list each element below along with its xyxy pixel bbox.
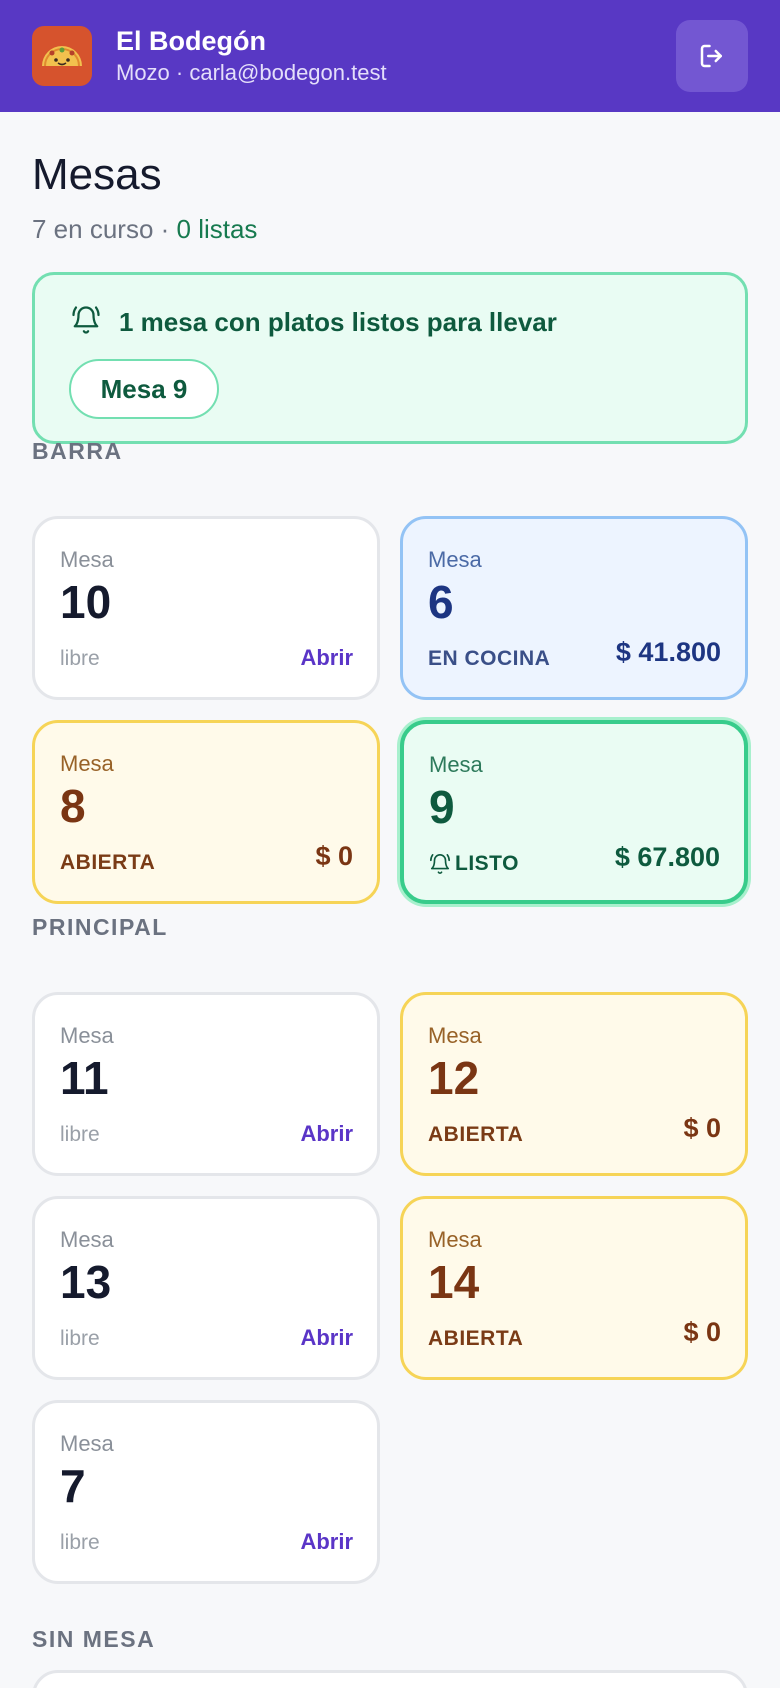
- table-status-text: LISTO: [455, 852, 519, 875]
- summary-ready: 0 listas: [176, 214, 258, 244]
- table-label: Mesa: [60, 751, 114, 776]
- table-status: libre: [60, 647, 100, 670]
- alert-text: 1 mesa con platos listos para llevar: [119, 307, 557, 337]
- table-number: 11: [60, 1052, 109, 1104]
- logout-icon: [700, 44, 722, 68]
- user-subtitle: Mozo · carla@bodegon.test: [116, 60, 387, 85]
- no-table-order-card[interactable]: [32, 1670, 748, 1688]
- open-table-button[interactable]: Abrir: [300, 645, 353, 671]
- app-title: El Bodegón: [116, 26, 266, 56]
- tables-summary: 7 en curso · 0 listas: [32, 214, 257, 245]
- table-card-12[interactable]: Mesa 12 ABIERTA $ 0: [400, 992, 748, 1176]
- table-amount: $ 0: [683, 1113, 721, 1143]
- table-label: Mesa: [428, 547, 482, 572]
- table-card-13[interactable]: Mesa 13 libre Abrir: [32, 1196, 380, 1380]
- table-amount: $ 67.800: [614, 842, 720, 872]
- table-card-9[interactable]: Mesa 9 LISTO $ 67.800: [400, 720, 748, 904]
- table-amount: $ 0: [683, 1317, 721, 1347]
- table-card-10[interactable]: Mesa 10 libre Abrir: [32, 516, 380, 700]
- table-status: EN COCINA: [428, 647, 551, 670]
- table-number: 6: [428, 576, 454, 628]
- section-label-barra: BARRA: [32, 438, 123, 464]
- bell-icon: [72, 306, 100, 334]
- table-label: Mesa: [429, 752, 483, 777]
- section-label-principal: PRINCIPAL: [32, 914, 168, 940]
- table-amount: $ 0: [315, 841, 353, 871]
- table-number: 10: [60, 576, 112, 628]
- open-table-button[interactable]: Abrir: [300, 1121, 353, 1147]
- open-table-button[interactable]: Abrir: [300, 1325, 353, 1351]
- bell-icon: [430, 854, 450, 874]
- table-status: libre: [60, 1327, 100, 1350]
- table-number: 14: [428, 1256, 480, 1308]
- table-label: Mesa: [428, 1023, 482, 1048]
- table-status: ABIERTA: [428, 1327, 524, 1350]
- app-header: El Bodegón Mozo · carla@bodegon.test: [0, 0, 780, 112]
- table-card-14[interactable]: Mesa 14 ABIERTA $ 0: [400, 1196, 748, 1380]
- summary-count: 7 en curso ·: [32, 214, 177, 244]
- table-amount: $ 41.800: [615, 637, 721, 667]
- page-title: Mesas: [32, 150, 162, 199]
- table-label: Mesa: [60, 1431, 114, 1456]
- table-card-7[interactable]: Mesa 7 libre Abrir: [32, 1400, 380, 1584]
- alert-chip-mesa-9[interactable]: Mesa 9: [69, 359, 219, 419]
- table-number: 13: [60, 1256, 112, 1308]
- table-label: Mesa: [60, 1023, 114, 1048]
- table-status: ABIERTA: [428, 1123, 524, 1146]
- ready-dishes-alert: 1 mesa con platos listos para llevar Mes…: [32, 272, 748, 444]
- table-card-8[interactable]: Mesa 8 ABIERTA $ 0: [32, 720, 380, 904]
- table-status: LISTO: [429, 852, 519, 876]
- table-status: ABIERTA: [60, 851, 156, 874]
- table-label: Mesa: [60, 1227, 114, 1252]
- table-status: libre: [60, 1123, 100, 1146]
- logout-button[interactable]: [676, 20, 748, 92]
- table-card-11[interactable]: Mesa 11 libre Abrir: [32, 992, 380, 1176]
- table-number: 12: [428, 1052, 480, 1104]
- section-label-sin-mesa: SIN MESA: [32, 1626, 156, 1652]
- table-number: 8: [60, 780, 86, 832]
- table-label: Mesa: [60, 547, 114, 572]
- table-card-6[interactable]: Mesa 6 EN COCINA $ 41.800: [400, 516, 748, 700]
- taco-logo-icon: [32, 26, 92, 86]
- table-number: 7: [60, 1460, 86, 1512]
- table-number: 9: [429, 781, 455, 833]
- table-status: libre: [60, 1531, 100, 1554]
- table-label: Mesa: [428, 1227, 482, 1252]
- open-table-button[interactable]: Abrir: [300, 1529, 353, 1555]
